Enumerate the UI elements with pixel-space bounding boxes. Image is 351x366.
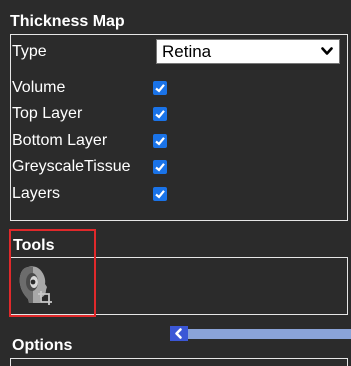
top-layer-checkbox[interactable] <box>153 107 167 121</box>
volume-checkbox[interactable] <box>153 81 167 95</box>
checkmark-icon <box>155 163 165 172</box>
bottom-layer-label: Bottom Layer <box>12 132 108 149</box>
type-label: Type <box>12 43 47 60</box>
type-select[interactable]: Retina <box>156 39 340 64</box>
volume-label: Volume <box>12 79 66 96</box>
options-title: Options <box>12 337 73 354</box>
scroll-track[interactable] <box>188 329 351 339</box>
top-layer-label: Top Layer <box>12 105 83 122</box>
layers-label: Layers <box>12 185 61 202</box>
layers-checkbox[interactable] <box>153 187 167 201</box>
horizontal-scrollbar[interactable] <box>170 326 351 343</box>
chevron-down-icon <box>321 47 333 55</box>
checkmark-icon <box>155 137 165 146</box>
greyscale-tissue-label: GreyscaleTissue <box>12 158 131 175</box>
options-box <box>10 358 348 366</box>
thickness-map-title: Thickness Map <box>10 13 125 30</box>
chevron-left-icon <box>175 328 182 339</box>
checkmark-icon <box>155 110 165 119</box>
checkmark-icon <box>155 84 165 93</box>
checkmark-icon <box>155 190 165 199</box>
scroll-left-button[interactable] <box>170 326 188 341</box>
greyscale-tissue-checkbox[interactable] <box>153 160 167 174</box>
tools-highlight-frame <box>9 229 96 317</box>
bottom-layer-checkbox[interactable] <box>153 134 167 148</box>
type-select-value: Retina <box>162 42 212 61</box>
